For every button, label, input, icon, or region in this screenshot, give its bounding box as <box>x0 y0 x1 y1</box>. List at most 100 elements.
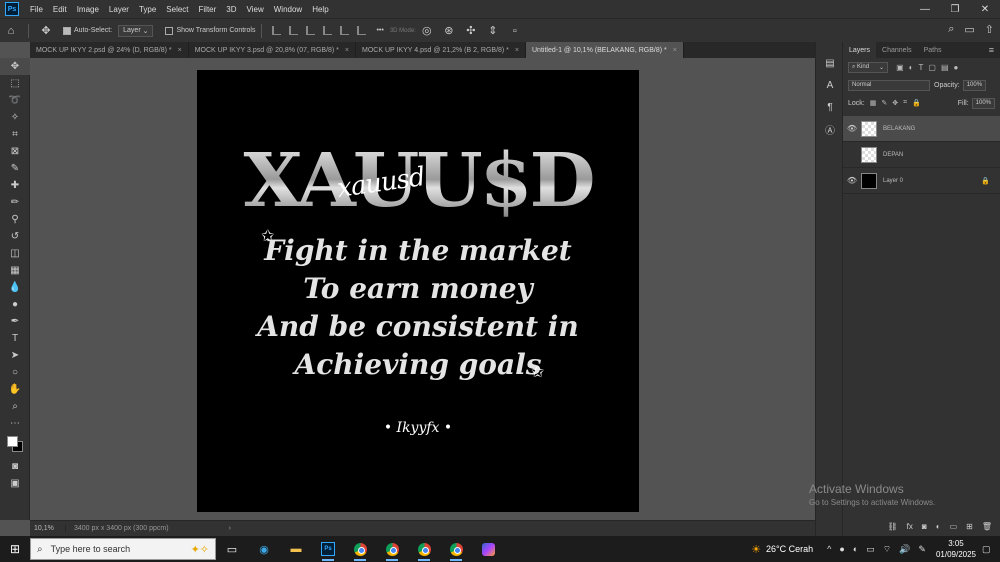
orbit-3d-icon[interactable]: ◎ <box>420 24 434 38</box>
eye-icon[interactable]: 👁 <box>843 176 861 185</box>
minimize-button[interactable]: — <box>910 0 940 18</box>
tab-untitled-1[interactable]: Untitled-1 @ 10,1% (BELAKANG, RGB/8) * × <box>526 42 684 58</box>
tab-layers[interactable]: Layers <box>843 42 877 58</box>
weather-widget[interactable]: ☀ 26°C Cerah <box>751 543 813 556</box>
show-transform-checkbox[interactable]: Show Transform Controls <box>165 26 255 35</box>
brush-tool-icon[interactable]: ✏ <box>0 194 30 211</box>
character-panel-icon[interactable]: A <box>816 74 844 96</box>
layer-0[interactable]: 👁 Layer 0 🔒 <box>843 168 1000 194</box>
volume-icon[interactable]: 🔊 <box>899 544 910 555</box>
menu-3d[interactable]: 3D <box>221 5 241 14</box>
kind-filter-dropdown[interactable]: ⌕ Kind ⌄ <box>848 61 889 73</box>
type-tool-icon[interactable]: T <box>0 330 30 347</box>
layer-name[interactable]: BELAKANG <box>883 126 915 132</box>
history-panel-icon[interactable]: ▤ <box>816 52 844 74</box>
pixel-filter-icon[interactable]: ▣ <box>896 63 904 72</box>
windows-start-icon[interactable]: ⊞ <box>0 536 30 562</box>
maximize-button[interactable]: ❐ <box>940 0 970 18</box>
chevron-up-icon[interactable]: ^ <box>827 544 831 554</box>
smart-object-filter-icon[interactable]: ▤ <box>941 63 949 72</box>
glyphs-panel-icon[interactable]: Ⓐ <box>816 118 844 140</box>
fill-input[interactable]: 100% <box>971 97 995 109</box>
file-explorer-icon[interactable]: ▬ <box>280 536 312 562</box>
copilot-icon[interactable] <box>472 536 504 562</box>
menu-type[interactable]: Type <box>134 5 161 14</box>
layer-belakang[interactable]: 👁 BELAKANG <box>843 116 1000 142</box>
zoom-tool-icon[interactable]: ⌕ <box>0 398 30 415</box>
zoom-level[interactable]: 10,1% <box>30 525 66 532</box>
gradient-tool-icon[interactable]: ▦ <box>0 262 30 279</box>
roll-3d-icon[interactable]: ⊛ <box>442 24 456 38</box>
auto-select-dropdown[interactable]: Layer ⌄ <box>118 24 154 37</box>
lock-artboard-icon[interactable]: ⌗ <box>903 99 907 107</box>
workspace-icon[interactable]: ▭ <box>964 23 974 36</box>
slide-3d-icon[interactable]: ⇕ <box>486 24 500 38</box>
screen-mode-icon[interactable]: ▣ <box>0 475 30 492</box>
new-group-icon[interactable]: ▭ <box>950 522 958 531</box>
quick-mask-icon[interactable]: ◙ <box>0 458 30 475</box>
search-icon[interactable]: ⌕ <box>948 23 954 36</box>
magic-wand-tool-icon[interactable]: ✧ <box>0 109 30 126</box>
layer-name[interactable]: Layer 0 <box>883 178 903 184</box>
delete-layer-icon[interactable]: 🗑 <box>982 522 992 531</box>
tab-mock-up-3[interactable]: MOCK UP IKYY 3.psd @ 20,8% (07, RGB/8) *… <box>189 42 356 58</box>
marquee-tool-icon[interactable]: ⬚ <box>0 75 30 92</box>
eye-icon[interactable]: 👁 <box>843 124 861 133</box>
filter-toggle-icon[interactable]: ● <box>954 63 959 72</box>
status-menu-arrow[interactable]: › <box>229 525 231 532</box>
chrome-icon[interactable] <box>376 536 408 562</box>
display-icon[interactable]: ▭ <box>866 544 875 555</box>
blur-tool-icon[interactable]: 💧 <box>0 279 30 296</box>
menu-file[interactable]: File <box>25 5 48 14</box>
home-icon[interactable]: ⌂ <box>4 24 18 38</box>
task-view-icon[interactable]: ▭ <box>216 536 248 562</box>
pen-tool-icon[interactable]: ✒ <box>0 313 30 330</box>
history-brush-tool-icon[interactable]: ↺ <box>0 228 30 245</box>
align-middle-icon[interactable] <box>289 26 299 35</box>
app-tray-icon[interactable]: ◐ <box>853 544 858 554</box>
blend-mode-dropdown[interactable]: Normal <box>848 79 930 91</box>
edge-icon[interactable]: ◉ <box>248 536 280 562</box>
tab-mock-up-2[interactable]: MOCK UP IKYY 2.psd @ 24% (D, RGB/8) * × <box>30 42 189 58</box>
menu-layer[interactable]: Layer <box>104 5 134 14</box>
shape-filter-icon[interactable]: ▢ <box>928 63 936 72</box>
close-icon[interactable]: × <box>345 47 349 54</box>
menu-image[interactable]: Image <box>72 5 104 14</box>
type-filter-icon[interactable]: T <box>918 63 923 72</box>
lock-pixels-icon[interactable]: ▦ <box>870 99 877 107</box>
tab-paths[interactable]: Paths <box>918 42 948 58</box>
pen-icon[interactable]: ✎ <box>918 544 926 555</box>
layer-name[interactable]: DEPAN <box>883 152 903 158</box>
layer-depan[interactable]: DEPAN <box>843 142 1000 168</box>
opacity-input[interactable]: 100% <box>962 79 987 91</box>
notification-icon[interactable]: ▢ <box>982 544 996 555</box>
canvas-area[interactable]: XAUU$D xauusd ✩ Fight in the market To e… <box>30 58 815 520</box>
menu-window[interactable]: Window <box>269 5 307 14</box>
menu-help[interactable]: Help <box>307 5 333 14</box>
crop-tool-icon[interactable]: ⌗ <box>0 126 30 143</box>
shape-tool-icon[interactable]: ○ <box>0 364 30 381</box>
tab-mock-up-4[interactable]: MOCK UP IKYY 4.psd @ 21,2% (B 2, RGB/8) … <box>356 42 526 58</box>
menu-filter[interactable]: Filter <box>194 5 222 14</box>
adjustment-layer-icon[interactable]: ◐ <box>936 522 941 531</box>
wifi-icon[interactable]: ⌔ <box>883 544 891 555</box>
color-swatches[interactable] <box>0 432 30 458</box>
app-tray-icon[interactable]: ● <box>839 544 844 554</box>
frame-tool-icon[interactable]: ⊠ <box>0 143 30 160</box>
more-options-button[interactable]: ••• <box>376 27 383 34</box>
menu-select[interactable]: Select <box>161 5 193 14</box>
layer-style-icon[interactable]: fx <box>907 522 913 531</box>
align-right-icon[interactable] <box>357 26 367 35</box>
clone-stamp-tool-icon[interactable]: ⚲ <box>0 211 30 228</box>
clock[interactable]: 3:05 01/09/2025 <box>936 538 976 560</box>
lock-position-icon[interactable]: ✥ <box>892 99 898 107</box>
document-canvas[interactable]: XAUU$D xauusd ✩ Fight in the market To e… <box>197 70 639 512</box>
paragraph-panel-icon[interactable]: ¶ <box>816 96 844 118</box>
taskbar-search-input[interactable]: ⌕ Type here to search ✦✧ <box>30 538 216 560</box>
align-center-icon[interactable] <box>340 26 350 35</box>
close-icon[interactable]: × <box>673 47 677 54</box>
drag-3d-icon[interactable]: ✣ <box>464 24 478 38</box>
dodge-tool-icon[interactable]: ● <box>0 296 30 313</box>
hand-tool-icon[interactable]: ✋ <box>0 381 30 398</box>
path-selection-tool-icon[interactable]: ➤ <box>0 347 30 364</box>
